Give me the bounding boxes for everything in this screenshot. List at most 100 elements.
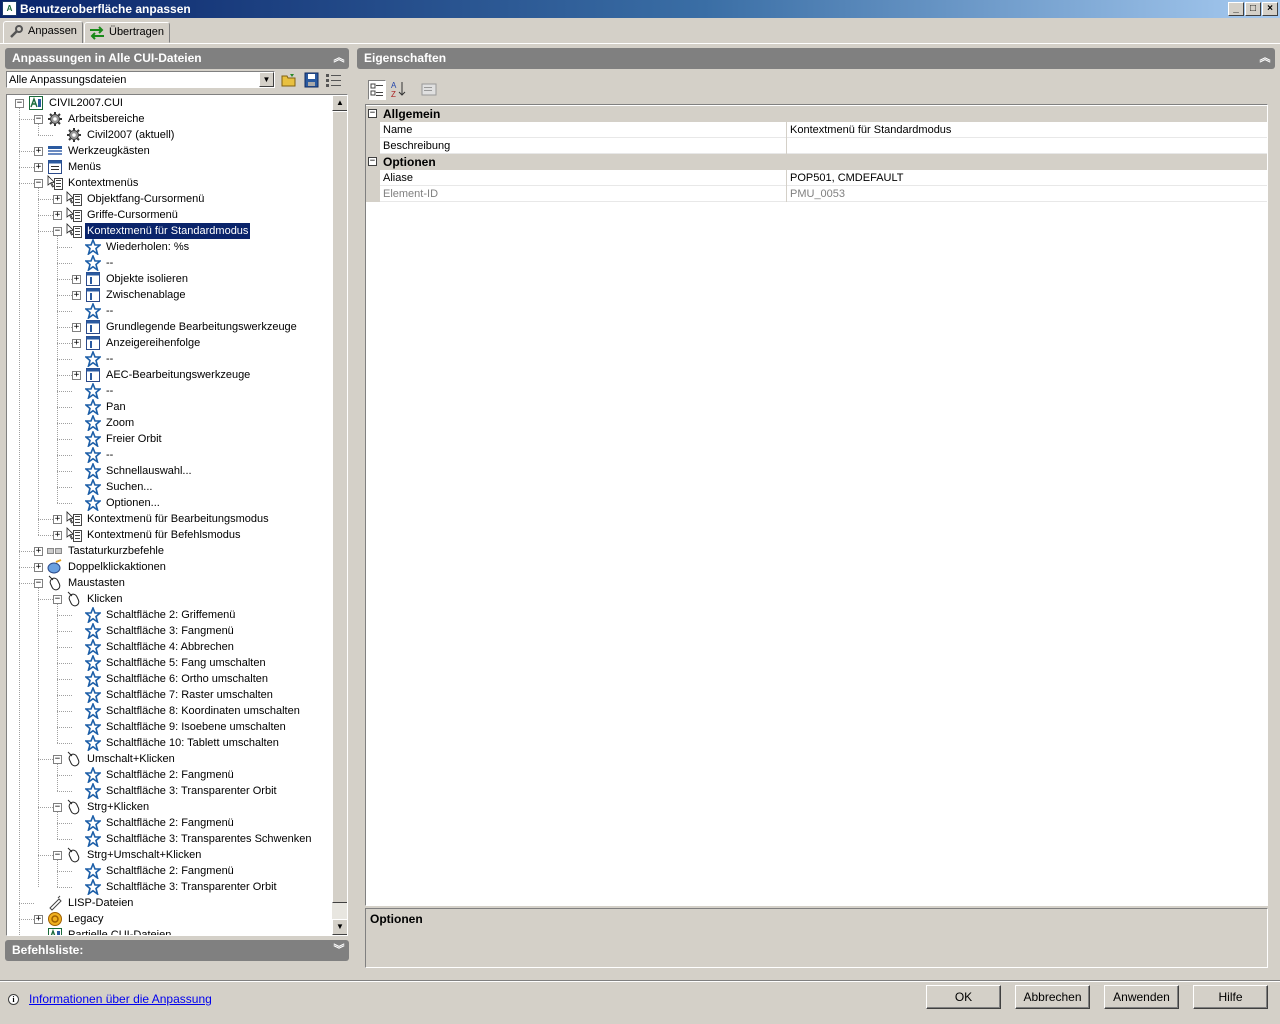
expand-icon[interactable]: + [72, 323, 81, 332]
expand-icon[interactable]: + [34, 547, 43, 556]
expand-icon[interactable]: + [72, 339, 81, 348]
expand-down-icon[interactable]: ︾ [333, 944, 345, 956]
property-pages-button[interactable] [420, 80, 438, 100]
tree-item[interactable]: Schaltfläche 4: Abbrechen [7, 637, 332, 657]
tree-item[interactable]: Optionen... [7, 493, 332, 513]
tree-item[interactable]: Schaltfläche 5: Fang umschalten [7, 653, 332, 673]
property-grid[interactable]: − Allgemein Name Kontextmenü für Standar… [365, 104, 1268, 906]
tree-item[interactable]: + Legacy [7, 911, 332, 927]
tab-anpassen[interactable]: Anpassen [3, 21, 83, 43]
expand-icon[interactable]: + [53, 531, 62, 540]
expand-icon[interactable]: + [72, 275, 81, 284]
open-file-icon[interactable] [280, 72, 298, 88]
property-value[interactable]: POP501, CMDEFAULT [790, 170, 904, 186]
tree-item[interactable]: Schaltfläche 3: Fangmenü [7, 621, 332, 641]
tree-item[interactable]: + Menüs [7, 159, 332, 175]
expand-icon[interactable]: + [72, 291, 81, 300]
close-button[interactable]: × [1262, 2, 1278, 16]
tree-item[interactable]: Schnellauswahl... [7, 461, 332, 481]
tree-item[interactable]: − Strg+Klicken [7, 799, 332, 815]
tree-item[interactable]: − CIVIL2007.CUI [7, 95, 332, 111]
category-allgemein[interactable]: − Allgemein [366, 106, 1267, 122]
expand-icon[interactable]: + [34, 915, 43, 924]
expand-icon[interactable]: + [53, 515, 62, 524]
tree-item[interactable]: Schaltfläche 3: Transparentes Schwenken [7, 829, 332, 849]
cui-file-select[interactable]: Alle Anpassungsdateien ▼ [6, 71, 275, 88]
tree-item[interactable]: -- [7, 253, 332, 273]
scroll-up-button[interactable]: ▲ [332, 95, 347, 111]
tree-item[interactable]: − Kontextmenü für Standardmodus [7, 222, 332, 240]
tree-item[interactable]: − Kontextmenüs [7, 175, 332, 191]
expand-icon[interactable]: + [34, 563, 43, 572]
collapse-icon[interactable]: − [34, 179, 43, 188]
scroll-thumb[interactable] [332, 111, 347, 903]
tree-scrollbar[interactable]: ▲ ▼ [332, 95, 347, 935]
column-divider[interactable] [786, 170, 787, 186]
property-row-name[interactable]: Name Kontextmenü für Standardmodus [366, 122, 1267, 138]
tree-item[interactable]: Schaltfläche 2: Griffemenü [7, 605, 332, 625]
apply-button[interactable]: Anwenden [1104, 985, 1179, 1009]
alphabetical-view-button[interactable]: AZ [390, 80, 408, 100]
property-row-element-id[interactable]: Element-ID PMU_0053 [366, 186, 1267, 202]
tree-item[interactable]: − Umschalt+Klicken [7, 751, 332, 767]
tree-item[interactable]: + Zwischenablage [7, 287, 332, 303]
help-button[interactable]: Hilfe [1193, 985, 1268, 1009]
tree-item[interactable]: Schaltfläche 8: Koordinaten umschalten [7, 701, 332, 721]
tree-item[interactable]: + Anzeigereihenfolge [7, 335, 332, 351]
command-list-header[interactable]: Befehlsliste: ︾ [5, 940, 349, 961]
tree-item[interactable]: Schaltfläche 3: Transparenter Orbit [7, 781, 332, 801]
tree-item[interactable]: − Klicken [7, 591, 332, 607]
properties-panel-header[interactable]: Eigenschaften ︽ [357, 48, 1275, 69]
ok-button[interactable]: OK [926, 985, 1001, 1009]
tree-item[interactable]: Wiederholen: %s [7, 237, 332, 257]
tree-item[interactable]: -- [7, 445, 332, 465]
tree-item[interactable]: Schaltfläche 6: Ortho umschalten [7, 669, 332, 689]
collapse-icon[interactable]: − [53, 803, 62, 812]
tree-item[interactable]: Schaltfläche 2: Fangmenü [7, 813, 332, 833]
tree-item[interactable]: + Kontextmenü für Bearbeitungsmodus [7, 511, 332, 527]
property-row-aliases[interactable]: Aliase POP501, CMDEFAULT [366, 170, 1267, 186]
tree-item[interactable]: + Doppelklickaktionen [7, 559, 332, 575]
tree-item[interactable]: − Maustasten [7, 575, 332, 591]
tree-item[interactable]: Suchen... [7, 477, 332, 497]
collapse-icon[interactable]: − [34, 115, 43, 124]
column-divider[interactable] [786, 186, 787, 202]
tree-item[interactable]: + Griffe-Cursormenü [7, 207, 332, 223]
tree-item[interactable]: Schaltfläche 9: Isoebene umschalten [7, 717, 332, 737]
collapse-up-icon[interactable]: ︽ [333, 52, 345, 64]
tree-item[interactable]: + Objekte isolieren [7, 271, 332, 287]
collapse-icon[interactable]: − [34, 579, 43, 588]
property-value[interactable]: Kontextmenü für Standardmodus [790, 122, 951, 138]
expand-icon[interactable]: + [34, 163, 43, 172]
tree-item[interactable]: + Grundlegende Bearbeitungswerkzeuge [7, 319, 332, 335]
tree-item[interactable]: Freier Orbit [7, 429, 332, 449]
collapse-icon[interactable]: − [368, 109, 377, 118]
left-panel-header[interactable]: Anpassungen in Alle CUI-Dateien ︽ [5, 48, 349, 69]
tree-item[interactable]: -- [7, 301, 332, 321]
collapse-icon[interactable]: − [368, 157, 377, 166]
categorized-view-button[interactable] [368, 80, 386, 100]
minimize-button[interactable]: _ [1228, 2, 1244, 16]
tree-item[interactable]: Zoom [7, 413, 332, 433]
tree-item[interactable]: Schaltfläche 2: Fangmenü [7, 861, 332, 881]
collapse-icon[interactable]: − [53, 595, 62, 604]
tree-item[interactable]: − Arbeitsbereiche [7, 111, 332, 127]
tree-item[interactable]: Pan [7, 397, 332, 417]
tree-item[interactable]: − Strg+Umschalt+Klicken [7, 847, 332, 863]
tree-item[interactable]: Schaltfläche 10: Tablett umschalten [7, 733, 332, 753]
tree-item[interactable]: + Kontextmenü für Befehlsmodus [7, 527, 332, 543]
tree-item[interactable]: -- [7, 349, 332, 369]
tree-item[interactable]: Schaltfläche 3: Transparenter Orbit [7, 877, 332, 897]
column-divider[interactable] [786, 138, 787, 154]
collapse-icon[interactable]: − [53, 851, 62, 860]
tree-item[interactable]: + Tastaturkurzbefehle [7, 543, 332, 559]
collapse-icon[interactable]: − [53, 755, 62, 764]
collapse-icon[interactable]: − [15, 99, 24, 108]
category-optionen[interactable]: − Optionen [366, 154, 1267, 170]
column-divider[interactable] [786, 122, 787, 138]
customization-tree[interactable]: − CIVIL2007.CUI − Arbeitsbereiche Civil2007 … [6, 94, 348, 936]
expand-icon[interactable]: + [34, 147, 43, 156]
scroll-down-button[interactable]: ▼ [332, 919, 347, 935]
tree-item[interactable]: + Objektfang-Cursormenü [7, 191, 332, 207]
tree-item[interactable]: Schaltfläche 7: Raster umschalten [7, 685, 332, 705]
